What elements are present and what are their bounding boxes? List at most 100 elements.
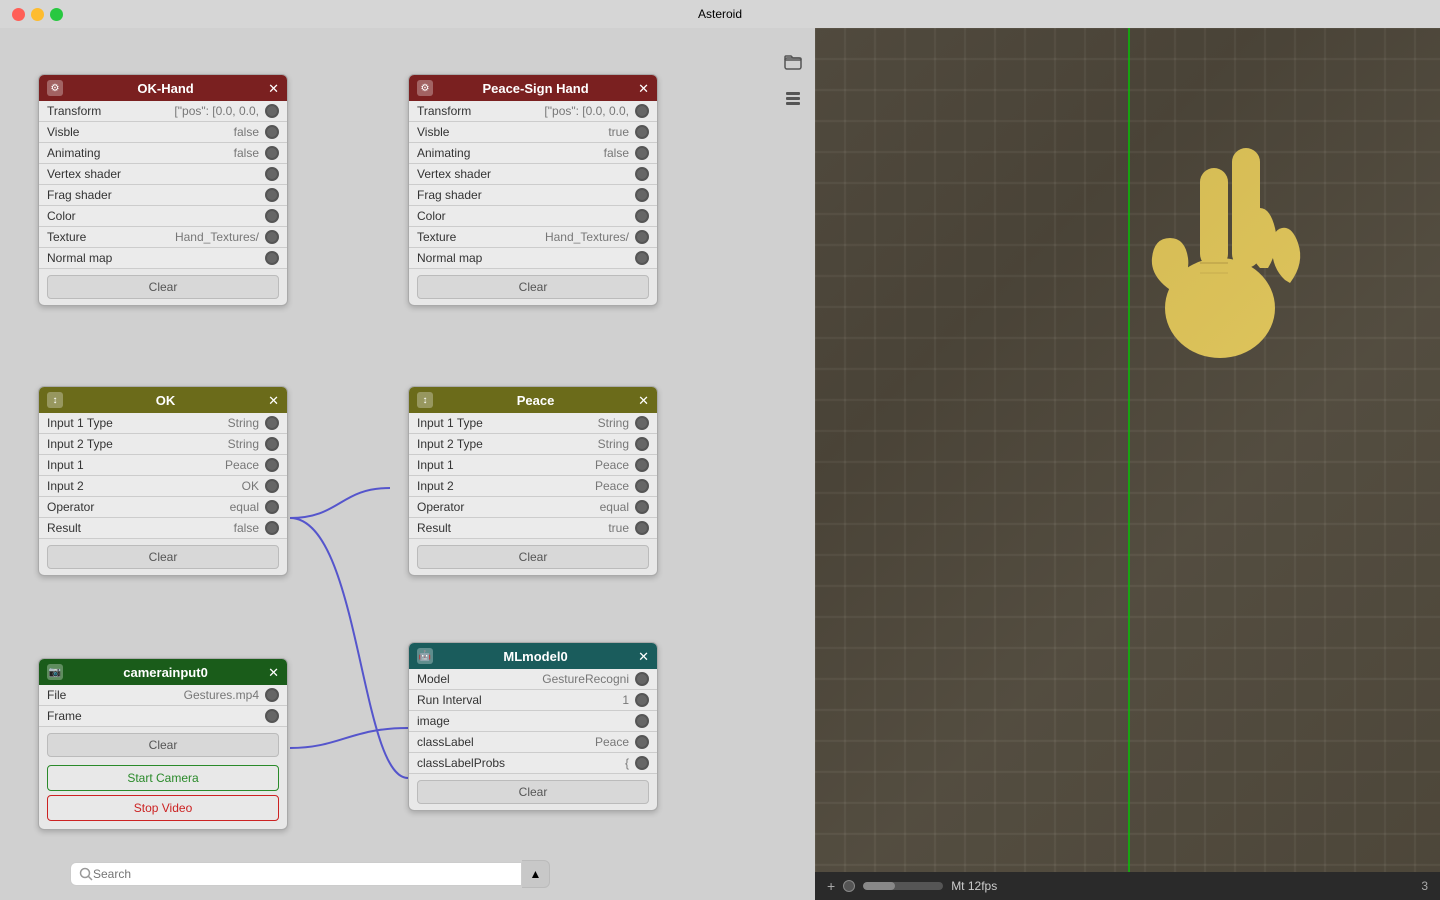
ok-hand-row-visble: Visble false xyxy=(39,122,287,143)
app-title: Asteroid xyxy=(698,7,742,21)
ok-hand-clear-button[interactable]: Clear xyxy=(47,275,279,299)
peace-hand-row-visble: Visble true xyxy=(409,122,657,143)
camera-port-file[interactable] xyxy=(265,688,279,702)
mlmodel-row-model: Model GestureRecogni xyxy=(409,669,657,690)
camera-title: camerainput0 xyxy=(63,665,268,680)
play-button[interactable]: + xyxy=(827,878,835,894)
ok-row-input2type: Input 2 Type String xyxy=(39,434,287,455)
ok-hand-port-texture[interactable] xyxy=(265,230,279,244)
camera-icon: 📷 xyxy=(47,664,63,680)
ok-hand-row-vertex: Vertex shader xyxy=(39,164,287,185)
ok-hand-port-animating[interactable] xyxy=(265,146,279,160)
camera-port-frame[interactable] xyxy=(265,709,279,723)
ok-row-operator: Operator equal xyxy=(39,497,287,518)
peace-hand-title: Peace-Sign Hand xyxy=(433,81,638,96)
ok-hand-close[interactable]: ✕ xyxy=(268,82,279,95)
green-line xyxy=(1128,28,1130,872)
peace-hand-port-texture[interactable] xyxy=(635,230,649,244)
ok-node: ↕ OK ✕ Input 1 Type String Input 2 Type … xyxy=(38,386,288,576)
peace-hand-port-vertex[interactable] xyxy=(635,167,649,181)
camera-header: 📷 camerainput0 ✕ xyxy=(39,659,287,685)
ok-hand-row-texture: Texture Hand_Textures/ xyxy=(39,227,287,248)
mlmodel-clear-button[interactable]: Clear xyxy=(417,780,649,804)
search-input[interactable] xyxy=(93,867,513,881)
camera-close[interactable]: ✕ xyxy=(268,666,279,679)
search-expand-button[interactable]: ▲ xyxy=(522,860,550,888)
mlmodel-port-classlabel[interactable] xyxy=(635,735,649,749)
mlmodel-title: MLmodel0 xyxy=(433,649,638,664)
ok-port-input1[interactable] xyxy=(265,458,279,472)
status-progress-bar xyxy=(863,882,943,890)
peace-hand-port-animating[interactable] xyxy=(635,146,649,160)
close-button[interactable] xyxy=(12,8,25,21)
ok-port-operator[interactable] xyxy=(265,500,279,514)
folder-icon[interactable] xyxy=(779,48,807,76)
ok-port-result[interactable] xyxy=(265,521,279,535)
peace-header: ↕ Peace ✕ xyxy=(409,387,657,413)
peace-port-input2type[interactable] xyxy=(635,437,649,451)
mlmodel-header: 🤖 MLmodel0 ✕ xyxy=(409,643,657,669)
ok-port-input2type[interactable] xyxy=(265,437,279,451)
peace-hand-port-normalmap[interactable] xyxy=(635,251,649,265)
ok-hand-port-visble[interactable] xyxy=(265,125,279,139)
ok-hand-port-vertex[interactable] xyxy=(265,167,279,181)
mlmodel-port-image[interactable] xyxy=(635,714,649,728)
peace-port-input1[interactable] xyxy=(635,458,649,472)
peace-hand-port-transform[interactable] xyxy=(635,104,649,118)
camera-row-frame: Frame xyxy=(39,706,287,727)
stack-icon[interactable] xyxy=(779,84,807,112)
peace-port-input1type[interactable] xyxy=(635,416,649,430)
peace-hand-port-color[interactable] xyxy=(635,209,649,223)
ok-port-input2[interactable] xyxy=(265,479,279,493)
peace-icon: ↕ xyxy=(417,392,433,408)
peace-close[interactable]: ✕ xyxy=(638,394,649,407)
mlmodel-close[interactable]: ✕ xyxy=(638,650,649,663)
ok-clear-button[interactable]: Clear xyxy=(47,545,279,569)
peace-hand-close[interactable]: ✕ xyxy=(638,82,649,95)
status-progress-fill xyxy=(863,882,895,890)
peace-hand-icon: ⚙ xyxy=(417,80,433,96)
camera-clear-button[interactable]: Clear xyxy=(47,733,279,757)
peace-row-input1type: Input 1 Type String xyxy=(409,413,657,434)
status-right: 3 xyxy=(1421,879,1428,893)
ok-hand-port-normalmap[interactable] xyxy=(265,251,279,265)
titlebar: Asteroid xyxy=(0,0,1440,28)
stop-video-button[interactable]: Stop Video xyxy=(47,795,279,821)
search-icon xyxy=(79,867,93,881)
traffic-lights xyxy=(12,8,63,21)
status-circle xyxy=(843,880,855,892)
search-input-wrap xyxy=(70,862,522,886)
mlmodel-row-classlabel: classLabel Peace xyxy=(409,732,657,753)
ok-close[interactable]: ✕ xyxy=(268,394,279,407)
peace-hand-row-vertex: Vertex shader xyxy=(409,164,657,185)
mlmodel-port-classprobs[interactable] xyxy=(635,756,649,770)
peace-port-operator[interactable] xyxy=(635,500,649,514)
mlmodel-port-interval[interactable] xyxy=(635,693,649,707)
ok-hand-port-frag[interactable] xyxy=(265,188,279,202)
ok-row-input2: Input 2 OK xyxy=(39,476,287,497)
peace-hand-row-frag: Frag shader xyxy=(409,185,657,206)
toolbar xyxy=(779,48,807,112)
peace-row-result: Result true xyxy=(409,518,657,539)
maximize-button[interactable] xyxy=(50,8,63,21)
ok-hand-port-transform[interactable] xyxy=(265,104,279,118)
peace-port-input2[interactable] xyxy=(635,479,649,493)
peace-port-result[interactable] xyxy=(635,521,649,535)
mlmodel-icon: 🤖 xyxy=(417,648,433,664)
main-area: ⚙ OK-Hand ✕ Transform ["pos": [0.0, 0.0,… xyxy=(0,28,1440,900)
ok-hand-row-normalmap: Normal map xyxy=(39,248,287,269)
ok-hand-icon: ⚙ xyxy=(47,80,63,96)
peace-hand-clear-button[interactable]: Clear xyxy=(417,275,649,299)
peace-hand-header: ⚙ Peace-Sign Hand ✕ xyxy=(409,75,657,101)
ok-hand-port-color[interactable] xyxy=(265,209,279,223)
badge-label: 3 xyxy=(1421,879,1428,893)
minimize-button[interactable] xyxy=(31,8,44,21)
ok-hand-header: ⚙ OK-Hand ✕ xyxy=(39,75,287,101)
peace-clear-button[interactable]: Clear xyxy=(417,545,649,569)
ok-port-input1type[interactable] xyxy=(265,416,279,430)
mlmodel-row-classprobs: classLabelProbs { xyxy=(409,753,657,774)
peace-hand-port-frag[interactable] xyxy=(635,188,649,202)
start-camera-button[interactable]: Start Camera xyxy=(47,765,279,791)
mlmodel-port-model[interactable] xyxy=(635,672,649,686)
peace-hand-port-visble[interactable] xyxy=(635,125,649,139)
